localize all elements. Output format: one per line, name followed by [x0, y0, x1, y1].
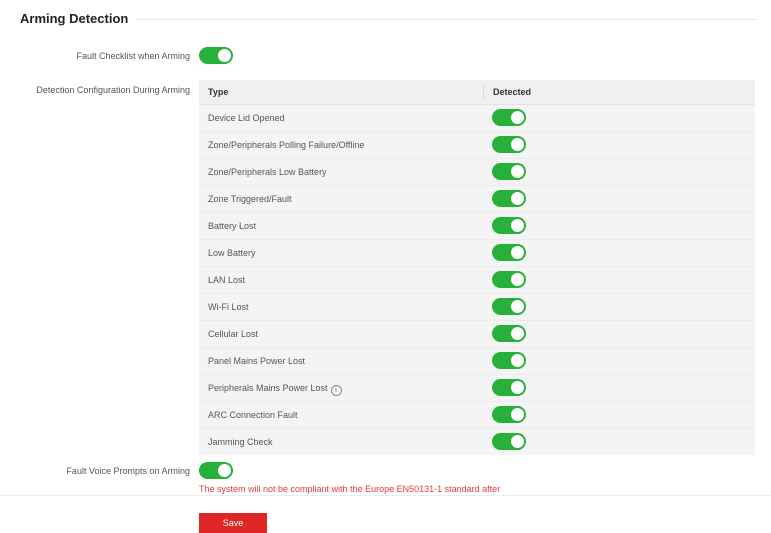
detection-type-text: Zone Triggered/Fault [208, 194, 292, 204]
detection-type-label: Wi-Fi Lost [208, 302, 249, 312]
column-header-type: Type [208, 87, 229, 97]
detection-type-text: Low Battery [208, 248, 256, 258]
fault-checklist-toggle[interactable] [199, 47, 233, 64]
detected-toggle[interactable] [492, 379, 526, 396]
detected-toggle[interactable] [492, 352, 526, 369]
detection-type-text: Zone/Peripherals Low Battery [208, 167, 327, 177]
detection-type-label: Cellular Lost [208, 329, 258, 339]
fault-checklist-label: Fault Checklist when Arming [76, 51, 190, 61]
detection-type-label: ARC Connection Fault [208, 410, 298, 420]
detected-toggle[interactable] [492, 244, 526, 261]
detection-type-text: Jamming Check [208, 437, 273, 447]
detection-type-label: Jamming Check [208, 437, 273, 447]
detection-type-text: Wi-Fi Lost [208, 302, 249, 312]
detection-type-text: ARC Connection Fault [208, 410, 298, 420]
toggle-knob [511, 138, 524, 151]
compliance-warning: The system will not be compliant with th… [199, 484, 501, 494]
save-button[interactable]: Save [199, 513, 267, 533]
toggle-knob [511, 165, 524, 178]
detected-toggle[interactable] [492, 406, 526, 423]
section-title: Arming Detection [20, 11, 129, 26]
table-row: Cellular Lost [199, 321, 755, 348]
toggle-knob [511, 273, 524, 286]
info-icon[interactable]: i [330, 385, 342, 396]
detection-type-text: Peripherals Mains Power Lost [208, 383, 328, 393]
detection-type-text: Cellular Lost [208, 329, 259, 339]
detected-toggle[interactable] [492, 217, 526, 234]
toggle-knob [218, 464, 231, 477]
detected-toggle[interactable] [492, 433, 526, 450]
table-row: Device Lid Opened [199, 105, 755, 132]
detection-type-label: Zone/Peripherals Polling Failure/Offline [208, 140, 364, 150]
toggle-knob [511, 219, 524, 232]
detected-toggle[interactable] [492, 190, 526, 207]
detected-toggle[interactable] [492, 325, 526, 342]
detection-table: Type Detected Device Lid Opened Zone/Peri… [199, 80, 755, 455]
table-row: Jamming Check [199, 429, 755, 455]
footer-divider [0, 495, 771, 496]
detected-toggle[interactable] [492, 163, 526, 180]
column-header-detected: Detected [493, 87, 532, 97]
toggle-knob [511, 192, 524, 205]
table-row: Panel Mains Power Lost [199, 348, 755, 375]
detection-type-text: LAN Lost [208, 275, 246, 285]
toggle-knob [511, 111, 524, 124]
detection-type-text: Zone/Peripherals Polling Failure/Offline [208, 140, 365, 150]
detected-toggle[interactable] [492, 109, 526, 126]
detection-type-label: Device Lid Opened [208, 113, 285, 123]
table-row: Zone Triggered/Fault [199, 186, 755, 213]
table-row: ARC Connection Fault [199, 402, 755, 429]
table-row: Peripherals Mains Power Lost i [199, 375, 755, 402]
detection-type-label: Zone Triggered/Fault [208, 194, 292, 204]
detection-type-text: Battery Lost [208, 221, 257, 231]
detection-type-label: Zone/Peripherals Low Battery [208, 167, 327, 177]
toggle-knob [511, 246, 524, 259]
column-separator [483, 85, 484, 99]
table-row: Battery Lost [199, 213, 755, 240]
detection-type-label: Low Battery [208, 248, 256, 258]
detection-type-label: LAN Lost [208, 275, 245, 285]
table-row: Zone/Peripherals Low Battery [199, 159, 755, 186]
toggle-knob [218, 49, 231, 62]
detected-toggle[interactable] [492, 271, 526, 288]
detection-config-label: Detection Configuration During Arming [36, 85, 190, 95]
detection-type-label: Peripherals Mains Power Lost i [208, 383, 342, 396]
toggle-knob [511, 381, 524, 394]
detection-type-text: Device Lid Opened [208, 113, 285, 123]
voice-prompts-toggle[interactable] [199, 462, 233, 479]
table-row: LAN Lost [199, 267, 755, 294]
toggle-knob [511, 435, 524, 448]
table-row: Zone/Peripherals Polling Failure/Offline [199, 132, 755, 159]
detection-type-label: Battery Lost [208, 221, 256, 231]
toggle-knob [511, 300, 524, 313]
detection-type-text: Panel Mains Power Lost [208, 356, 306, 366]
voice-prompts-label: Fault Voice Prompts on Arming [66, 466, 190, 476]
toggle-knob [511, 354, 524, 367]
table-row: Wi-Fi Lost [199, 294, 755, 321]
table-header: Type Detected [199, 80, 755, 105]
detection-type-label: Panel Mains Power Lost [208, 356, 305, 366]
section-divider [136, 19, 757, 20]
table-row: Low Battery [199, 240, 755, 267]
detected-toggle[interactable] [492, 298, 526, 315]
toggle-knob [511, 408, 524, 421]
toggle-knob [511, 327, 524, 340]
detected-toggle[interactable] [492, 136, 526, 153]
